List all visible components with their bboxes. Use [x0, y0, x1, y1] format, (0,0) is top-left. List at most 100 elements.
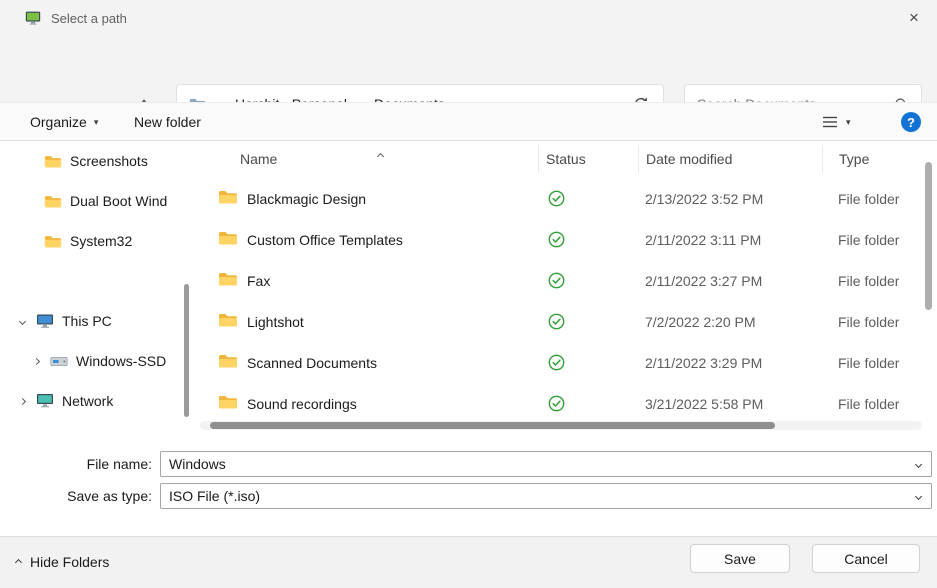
window-title: Select a path: [51, 11, 127, 26]
file-row[interactable]: Sound recordings 3/21/2022 5:58 PM File …: [200, 383, 922, 424]
sort-ascending-icon: [378, 146, 383, 162]
sidebar-scrollbar[interactable]: [184, 284, 189, 417]
app-icon: [25, 10, 41, 26]
drive-icon: [50, 355, 68, 368]
command-toolbar: Organize ▾ New folder ▾ ?: [0, 102, 937, 141]
folder-icon: [218, 394, 238, 413]
file-date-modified: 2/11/2022 3:29 PM: [638, 355, 822, 371]
folder-icon: [218, 271, 238, 290]
file-type: File folder: [822, 232, 922, 248]
new-folder-button[interactable]: New folder: [134, 103, 201, 141]
file-status-cell: [538, 354, 638, 371]
status-synced-icon: [548, 190, 565, 207]
file-type: File folder: [822, 396, 922, 412]
file-name-cell: Sound recordings: [200, 394, 538, 413]
file-name-combobox: [160, 451, 932, 477]
file-status-cell: [538, 272, 638, 289]
file-name-cell: Blackmagic Design: [200, 189, 538, 208]
sidebar-group-0: Screenshots Dual Boot Wind System32: [0, 147, 188, 267]
sidebar-item-windows-ssd[interactable]: Windows-SSD: [0, 347, 182, 375]
file-type: File folder: [822, 191, 922, 207]
chevron-right-icon[interactable]: [30, 359, 42, 364]
file-row[interactable]: Custom Office Templates 2/11/2022 3:11 P…: [200, 219, 922, 260]
status-synced-icon: [548, 313, 565, 330]
folder-icon: [218, 230, 238, 249]
folder-icon: [44, 154, 62, 169]
file-date-modified: 2/13/2022 3:52 PM: [638, 191, 822, 207]
sidebar-item-label: System32: [70, 233, 132, 249]
file-date-modified: 2/11/2022 3:11 PM: [638, 232, 822, 248]
sidebar-group-1: This PC Windows-SSD Network: [0, 307, 188, 427]
savetype-dropdown-icon[interactable]: [916, 494, 921, 499]
save-button[interactable]: Save: [690, 544, 790, 573]
folder-icon: [44, 234, 62, 249]
network-icon: [36, 393, 54, 409]
vertical-scrollbar-thumb[interactable]: [925, 162, 932, 310]
change-view-button[interactable]: ▾: [822, 103, 851, 141]
file-row[interactable]: Blackmagic Design 2/13/2022 3:52 PM File…: [200, 178, 922, 219]
status-synced-icon: [548, 272, 565, 289]
sidebar-item-screenshots[interactable]: Screenshots: [0, 147, 182, 175]
column-header-status[interactable]: Status: [538, 145, 638, 173]
file-type: File folder: [822, 273, 922, 289]
chevron-up-icon: [15, 558, 22, 565]
organize-button[interactable]: Organize ▾: [30, 103, 98, 141]
file-name: Blackmagic Design: [247, 191, 366, 207]
chevron-right-icon[interactable]: [16, 399, 28, 404]
sidebar-item-label: Network: [62, 393, 113, 409]
file-name: Fax: [247, 273, 270, 289]
file-status-cell: [538, 231, 638, 248]
horizontal-scrollbar-thumb[interactable]: [210, 422, 775, 429]
column-header-type[interactable]: Type: [822, 145, 922, 173]
column-header-date-modified[interactable]: Date modified: [638, 145, 822, 173]
cancel-button[interactable]: Cancel: [812, 544, 920, 573]
file-row[interactable]: Scanned Documents 2/11/2022 3:29 PM File…: [200, 342, 922, 383]
file-name: Scanned Documents: [247, 355, 377, 371]
file-row[interactable]: Fax 2/11/2022 3:27 PM File folder: [200, 260, 922, 301]
caret-down-icon: ▾: [846, 117, 851, 128]
sidebar-item-label: This PC: [62, 313, 112, 329]
close-icon: ×: [909, 8, 919, 28]
sidebar-item-network[interactable]: Network: [0, 387, 182, 415]
save-as-type-select[interactable]: ISO File (*.iso): [160, 483, 932, 509]
file-name: Sound recordings: [247, 396, 357, 412]
file-name-input[interactable]: [161, 456, 916, 472]
file-status-cell: [538, 395, 638, 412]
sidebar-item-this-pc[interactable]: This PC: [0, 307, 182, 335]
column-header-name[interactable]: Name: [200, 145, 538, 173]
save-as-type-value: ISO File (*.iso): [161, 488, 916, 504]
save-as-type-label: Save as type:: [0, 483, 152, 509]
sidebar-item-system32[interactable]: System32: [0, 227, 182, 255]
status-synced-icon: [548, 395, 565, 412]
folder-icon: [218, 189, 238, 208]
file-row[interactable]: Lightshot 7/2/2022 2:20 PM File folder: [200, 301, 922, 342]
filename-dropdown-icon[interactable]: [916, 462, 921, 467]
file-date-modified: 3/21/2022 5:58 PM: [638, 396, 822, 412]
hide-folders-label: Hide Folders: [30, 554, 109, 570]
caret-down-icon: ▾: [94, 117, 99, 128]
column-headers: Name Status Date modified Type: [200, 145, 922, 173]
sidebar-item-label: Dual Boot Wind: [70, 193, 167, 209]
titlebar: Select a path ×: [0, 0, 937, 36]
save-dialog-window: Select a path × ← → ↑ Harshit - Pers: [0, 0, 937, 588]
file-date-modified: 7/2/2022 2:20 PM: [638, 314, 822, 330]
sidebar-item-label: Screenshots: [70, 153, 148, 169]
status-synced-icon: [548, 231, 565, 248]
file-name: Custom Office Templates: [247, 232, 403, 248]
file-type: File folder: [822, 355, 922, 371]
chevron-down-icon[interactable]: [16, 319, 28, 324]
navigation-bar: ← → ↑ Harshit - Personal Documents: [0, 36, 937, 102]
file-status-cell: [538, 313, 638, 330]
pc-icon: [36, 313, 54, 329]
help-button[interactable]: ?: [901, 112, 921, 132]
sidebar-item-dual-boot-wind[interactable]: Dual Boot Wind: [0, 187, 182, 215]
close-button[interactable]: ×: [891, 0, 937, 36]
file-name-cell: Lightshot: [200, 312, 538, 331]
hide-folders-button[interactable]: Hide Folders: [16, 536, 109, 588]
organize-label: Organize: [30, 114, 87, 130]
file-name-cell: Fax: [200, 271, 538, 290]
file-status-cell: [538, 190, 638, 207]
file-rows: Blackmagic Design 2/13/2022 3:52 PM File…: [200, 178, 922, 424]
new-folder-label: New folder: [134, 114, 201, 130]
sidebar-item-label: Windows-SSD: [76, 353, 166, 369]
